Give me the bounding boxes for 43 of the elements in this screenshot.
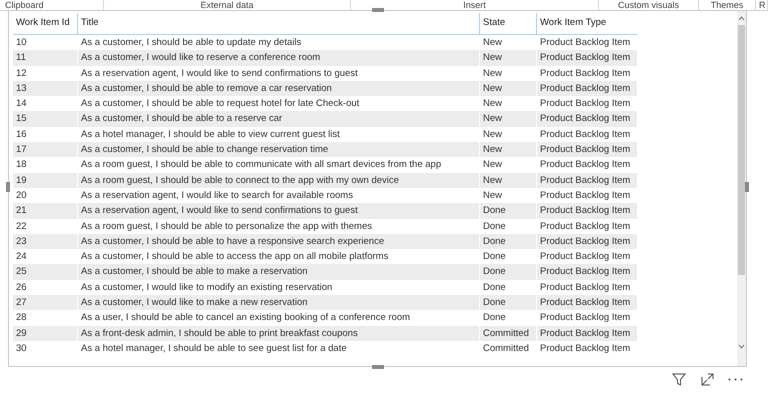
table-cell-text: 15 (15, 112, 28, 126)
table-cell-text: 14 (15, 97, 28, 112)
table-cell-text: 11 (15, 51, 27, 66)
column-header[interactable]: Work Item Type (536, 13, 637, 34)
ribbon-group-label: Insert (463, 0, 486, 10)
table-cell-text: 26 (15, 280, 28, 295)
ribbon-group-label: External data (200, 0, 254, 10)
column-header[interactable]: State (479, 13, 536, 34)
table-cell-text: 24 (15, 250, 28, 264)
table-cell-text: 22 (15, 220, 28, 234)
table-cell-text: 13 (15, 82, 28, 96)
ribbon-group-label: Themes (710, 0, 744, 10)
table-cell-text: 28 (15, 311, 28, 326)
ribbon-group-label: Custom visuals (618, 0, 680, 10)
table-cell-text: 25 (15, 265, 28, 280)
table-cell-text: 23 (15, 234, 28, 249)
table-cell: Product Backlog Item (536, 340, 637, 356)
focus-mode-icon[interactable] (701, 373, 714, 386)
resize-handle[interactable] (372, 8, 384, 12)
table-cell-text: 27 (15, 296, 28, 310)
table-cell-text: 29 (15, 326, 28, 341)
filter-icon[interactable] (672, 373, 686, 386)
resize-handle[interactable] (6, 182, 10, 192)
table-cell: As a hotel manager, I should be able to see guest list for a date (77, 340, 479, 356)
resize-handle[interactable] (372, 365, 384, 369)
column-header[interactable]: Title (77, 13, 479, 34)
ribbon-group-label: Clipboard (5, 0, 44, 10)
table-cell: Committed (479, 340, 536, 356)
ribbon-group-label: R (759, 0, 766, 10)
resize-handle[interactable] (745, 182, 749, 192)
scroll-down-icon[interactable] (738, 344, 745, 349)
table-cell-text: 10 (15, 36, 28, 50)
scroll-up-icon[interactable] (738, 16, 745, 21)
table-cell-text: 19 (15, 174, 28, 188)
table-cell-text: 30 (15, 342, 28, 356)
table-cell-text: 12 (15, 66, 28, 81)
table-cell-text: 18 (15, 158, 28, 172)
more-options-icon[interactable] (728, 378, 743, 381)
table-cell-text: 17 (15, 143, 28, 158)
column-header[interactable]: Work Item Id (13, 13, 77, 34)
table-cell-text: 21 (15, 204, 28, 218)
table-cell-text: 20 (15, 188, 28, 203)
table-cell-text: 16 (15, 128, 28, 142)
